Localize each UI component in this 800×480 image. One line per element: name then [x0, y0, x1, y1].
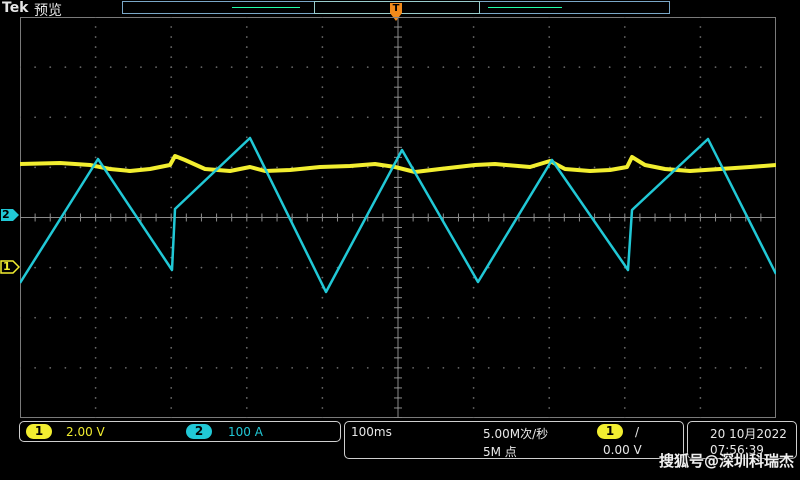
ch2-ground-label: 2	[2, 208, 10, 221]
ch2-badge[interactable]: 2	[186, 424, 212, 439]
horizontal-scale: 100ms	[351, 425, 392, 439]
ch1-badge[interactable]: 1	[26, 424, 52, 439]
record-line-right	[488, 7, 562, 8]
trigger-position-label: T	[392, 3, 400, 14]
ch2-scale: 100 A	[228, 425, 263, 439]
waveform-display[interactable]	[20, 17, 776, 418]
ch1-scale: 2.00 V	[66, 425, 105, 439]
graticule-grid	[20, 17, 776, 418]
waveform-svg	[20, 17, 776, 418]
record-line-left	[232, 7, 300, 8]
ch1-ground-marker[interactable]: 1	[0, 260, 20, 274]
trigger-level: 0.00 V	[603, 443, 642, 457]
timebase-trigger-box[interactable]: 100ms 5.00M次/秒 5M 点 1 / 0.00 V	[344, 421, 684, 459]
ch1-ground-label: 1	[3, 260, 11, 273]
trigger-slope: /	[635, 425, 640, 439]
sample-rate: 5.00M次/秒	[483, 427, 549, 441]
record-length: 5M 点	[483, 445, 517, 459]
brand-logo: Tek	[2, 0, 29, 16]
trigger-source-badge[interactable]: 1	[597, 424, 623, 439]
channel-scale-box[interactable]: 1 2.00 V 2 100 A	[19, 421, 341, 442]
watermark-text: 搜狐号@深圳科瑞杰	[658, 452, 794, 470]
date-readout: 20 10月2022	[710, 427, 787, 441]
ch2-ground-marker[interactable]: 2	[0, 208, 20, 222]
